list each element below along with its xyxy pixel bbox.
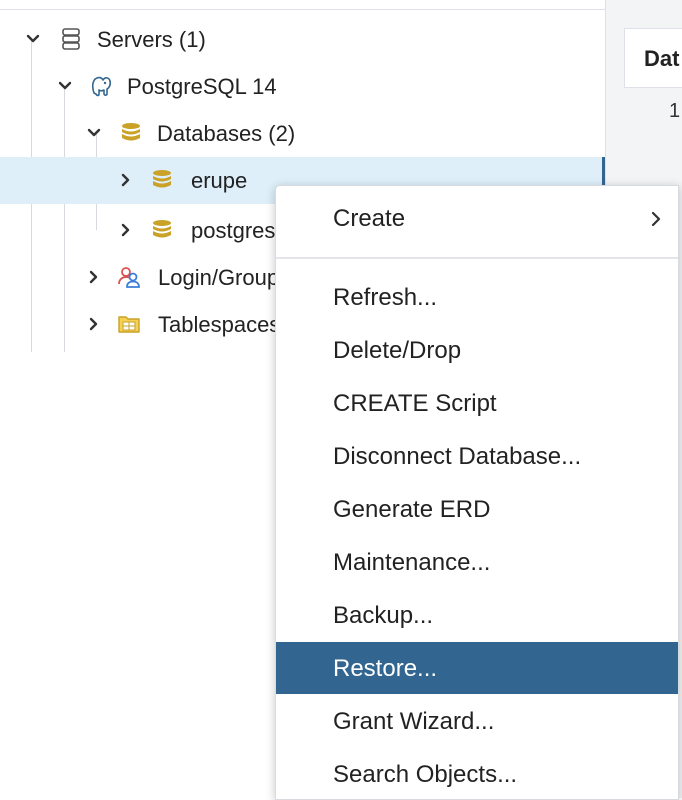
menu-item-label: Grant Wizard...	[333, 708, 495, 735]
menu-item-backup[interactable]: Backup...	[276, 589, 678, 641]
chevron-down-icon[interactable]	[23, 29, 43, 49]
menu-item-create-script[interactable]: CREATE Script	[276, 377, 678, 429]
login-roles-icon	[118, 267, 140, 288]
column-header: Dat	[644, 46, 680, 71]
postgresql-elephant-icon	[91, 76, 112, 97]
menu-item-refresh[interactable]: Refresh...	[276, 271, 678, 323]
tree-node-servers[interactable]: Servers (1)	[0, 16, 602, 63]
menu-item-create[interactable]: Create	[276, 192, 678, 244]
header-underline	[624, 87, 682, 88]
menu-separator	[276, 257, 678, 259]
menu-item-disconnect-database[interactable]: Disconnect Database...	[276, 430, 678, 482]
tree-node-postgresql-server[interactable]: PostgreSQL 14	[0, 63, 602, 110]
tree-node-label: PostgreSQL 14	[127, 74, 277, 99]
menu-item-label: Generate ERD	[333, 496, 491, 523]
menu-item-label: Search Objects...	[333, 761, 518, 788]
context-menu: Create Refresh... Delete/Drop CREATE Scr…	[275, 185, 679, 800]
tree-node-databases[interactable]: Databases (2)	[0, 110, 602, 157]
tree-node-label: postgres	[191, 218, 276, 243]
menu-item-generate-erd[interactable]: Generate ERD	[276, 483, 678, 535]
menu-item-label: Backup...	[333, 602, 434, 629]
database-icon	[153, 170, 171, 188]
tree-node-label: Databases (2)	[157, 121, 296, 146]
chevron-right-icon[interactable]	[116, 170, 136, 190]
chevron-right-icon[interactable]	[116, 220, 136, 240]
database-icon	[153, 220, 171, 238]
chevron-right-icon[interactable]	[84, 314, 104, 334]
menu-item-label: Delete/Drop	[333, 337, 462, 364]
menu-item-search-objects[interactable]: Search Objects...	[276, 748, 678, 799]
tree-node-label: Tablespaces	[158, 312, 281, 337]
menu-item-label: Restore...	[333, 655, 438, 682]
menu-item-restore[interactable]: Restore...	[276, 642, 678, 694]
chevron-down-icon[interactable]	[84, 123, 104, 143]
tree-node-label: Servers (1)	[97, 27, 206, 52]
menu-item-label: Create	[333, 205, 406, 232]
menu-item-label: Refresh...	[333, 284, 438, 311]
chevron-down-icon[interactable]	[55, 76, 75, 96]
menu-item-maintenance[interactable]: Maintenance...	[276, 536, 678, 588]
menu-item-delete-drop[interactable]: Delete/Drop	[276, 324, 678, 376]
table-cell: 1	[669, 100, 681, 122]
menu-item-label: Disconnect Database...	[333, 443, 582, 470]
menu-item-label: CREATE Script	[333, 390, 497, 417]
databases-icon	[122, 123, 140, 141]
chevron-right-icon[interactable]	[84, 267, 104, 287]
menu-item-label: Maintenance...	[333, 549, 491, 576]
tree-node-label: erupe	[191, 168, 248, 193]
tablespaces-icon	[118, 316, 140, 333]
menu-item-grant-wizard[interactable]: Grant Wizard...	[276, 695, 678, 747]
server-group-icon	[62, 28, 80, 50]
chevron-right-icon	[651, 211, 661, 227]
